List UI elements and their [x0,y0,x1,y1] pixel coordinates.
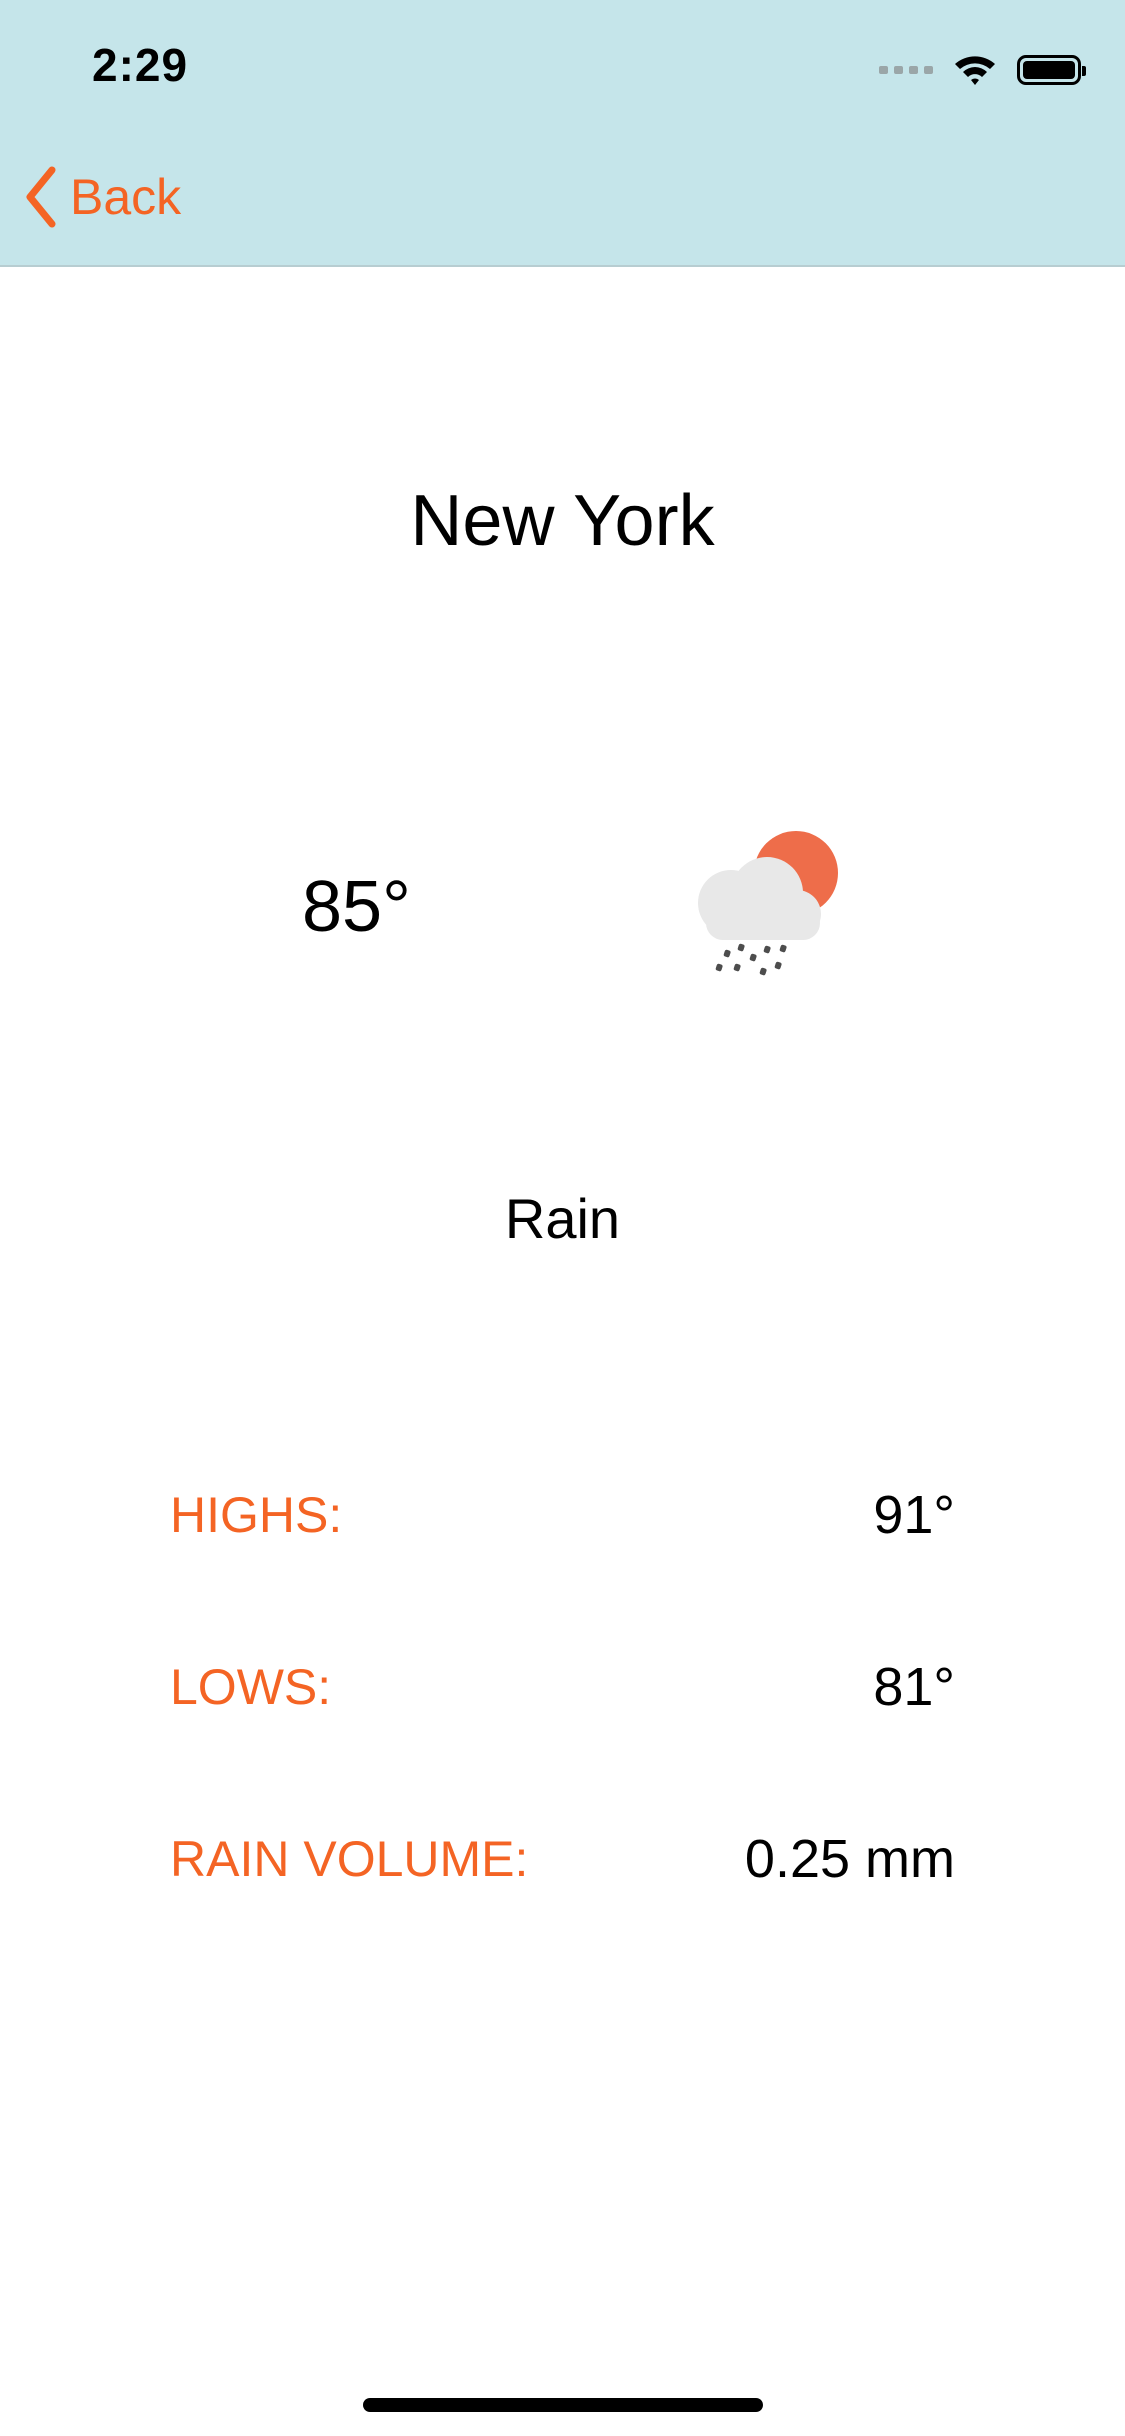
cellular-signal-icon [879,66,933,74]
lows-value: 81° [873,1657,955,1717]
rain-cloud-sun-icon [698,831,838,976]
back-button[interactable]: Back [24,166,181,228]
weather-condition: Rain [504,1187,621,1250]
wifi-icon [955,56,995,85]
rain-volume-row: RAIN VOLUME: 0.25 mm [170,1824,955,1894]
highs-label: HIGHS: [170,1487,343,1543]
highs-row: HIGHS: 91° [170,1480,955,1550]
chevron-left-icon [26,166,56,228]
rain-volume-value: 0.25 mm [744,1829,955,1889]
rain-volume-label: RAIN VOLUME: [170,1831,529,1887]
status-icons [879,50,1086,90]
highs-value: 91° [873,1485,955,1545]
navigation-header: 2:29 Back [0,0,1125,267]
current-temperature: 85° [302,867,411,947]
lows-row: LOWS: 81° [170,1652,955,1722]
status-time: 2:29 [92,39,189,91]
home-indicator[interactable] [363,2398,763,2412]
back-button-label: Back [70,169,182,225]
lows-label: LOWS: [170,1659,332,1715]
city-title: New York [410,481,715,561]
battery-icon [1017,55,1086,85]
